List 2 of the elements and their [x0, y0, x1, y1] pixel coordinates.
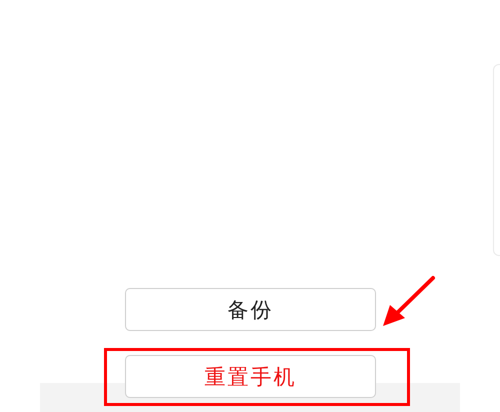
backup-button[interactable]: 备份 — [125, 288, 376, 331]
reset-phone-button[interactable]: 重置手机 — [125, 355, 376, 398]
